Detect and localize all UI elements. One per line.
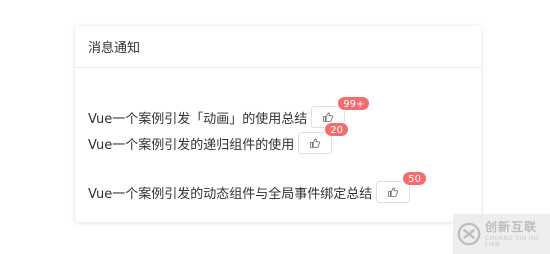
thumbs-up-icon bbox=[323, 112, 334, 122]
count-badge: 20 bbox=[324, 122, 349, 137]
watermark-sub: CHUANG XIN HU LIAN bbox=[485, 234, 539, 248]
message-text: Vue一个案例引发「动画」的使用总结 bbox=[88, 111, 308, 127]
watermark-text: 创新互联 CHUANG XIN HU LIAN bbox=[485, 221, 550, 248]
card-title: 消息通知 bbox=[88, 41, 141, 56]
brand-logo-icon bbox=[457, 222, 481, 246]
message-item: Vue一个案例引发的递归组件的使用 20 bbox=[88, 122, 349, 154]
page: 消息通知 Vue一个案例引发「动画」的使用总结 99+ Vue一个案例引发的递归… bbox=[0, 0, 550, 254]
thumbs-up-icon bbox=[388, 187, 399, 197]
count-badge: 50 bbox=[402, 171, 427, 186]
message-item: Vue一个案例引发「动画」的使用总结 99+ bbox=[88, 96, 371, 128]
message-item: Vue一个案例引发的动态组件与全局事件绑定总结 50 bbox=[88, 171, 427, 203]
like-control: 20 bbox=[298, 122, 349, 154]
notification-card: 消息通知 Vue一个案例引发「动画」的使用总结 99+ Vue一个案例引发的递归… bbox=[75, 26, 481, 222]
like-control: 50 bbox=[376, 171, 427, 203]
thumbs-up-icon bbox=[310, 138, 321, 148]
card-header: 消息通知 bbox=[75, 26, 481, 68]
watermark-name: 创新互联 bbox=[485, 219, 538, 234]
watermark: 创新互联 CHUANG XIN HU LIAN bbox=[453, 214, 550, 254]
count-badge: 99+ bbox=[337, 96, 371, 111]
message-text: Vue一个案例引发的递归组件的使用 bbox=[88, 137, 295, 153]
message-text: Vue一个案例引发的动态组件与全局事件绑定总结 bbox=[88, 186, 373, 202]
